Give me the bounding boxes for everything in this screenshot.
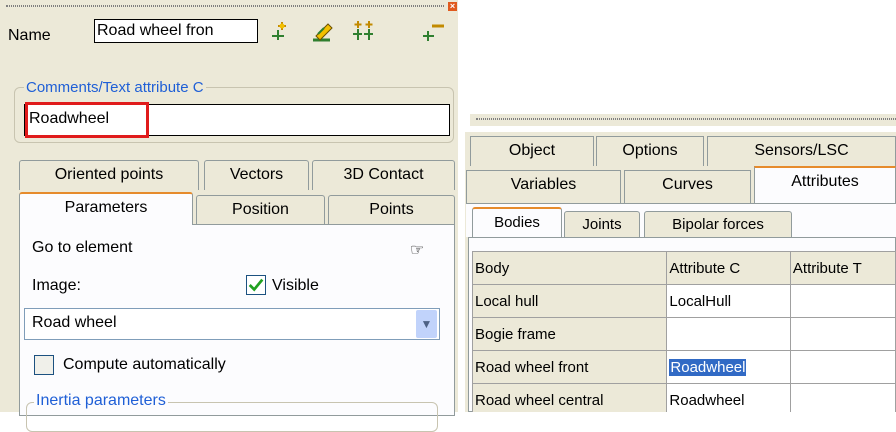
grid-header-attribute-c[interactable]: Attribute C [666,251,791,285]
grid-row-header[interactable]: Road wheel central [472,383,668,412]
table-row[interactable]: Road wheel front Roadwheel [472,350,896,384]
tab-curves[interactable]: Curves [624,170,751,204]
edit-point-icon[interactable] [310,18,336,44]
subtab-bipolar-forces[interactable]: Bipolar forces [644,211,792,239]
comments-legend: Comments/Text attribute C [24,79,206,96]
drag-grip-icon[interactable] [476,118,896,120]
attributes-panel-grip[interactable] [470,114,896,126]
image-label: Image: [32,277,81,294]
grid-row-header[interactable]: Bogie frame [472,317,668,351]
subtab-joints[interactable]: Joints [564,211,640,239]
table-row[interactable]: Road wheel central Roadwheel [472,383,896,412]
grid-row-header[interactable]: Road wheel front [472,350,668,384]
grid-row-header[interactable]: Local hull [472,284,668,318]
comments-value[interactable]: Roadwheel [29,110,109,128]
tab-points[interactable]: Points [328,195,455,225]
grid-header-row: Body Attribute C Attribute T [472,251,896,285]
tab-attributes[interactable]: Attributes [754,166,896,204]
name-input[interactable]: Road wheel fron [94,19,258,43]
pointing-hand-icon[interactable]: ☞ [410,240,424,260]
grid-cell[interactable]: LocalHull [666,284,791,318]
tab-3d-contact[interactable]: 3D Contact [312,160,455,190]
compute-automatically-checkbox[interactable] [34,355,54,375]
tab-variables[interactable]: Variables [466,170,621,204]
tab-sensors-lsc[interactable]: Sensors/LSC [707,136,896,166]
remove-point-icon[interactable] [420,18,446,44]
merge-points-icon[interactable] [350,18,376,44]
tab-oriented-points[interactable]: Oriented points [19,160,199,190]
grid-cell-selected[interactable]: Roadwheel [666,350,791,384]
image-select-value: Road wheel [32,314,117,331]
attributes-grid: Body Attribute C Attribute T Local hull … [472,251,896,412]
close-icon[interactable]: × [448,2,457,11]
chevron-down-icon[interactable]: ▼ [416,310,437,338]
compute-automatically-label: Compute automatically [63,356,226,373]
subtab-bodies[interactable]: Bodies [472,207,562,239]
tab-position[interactable]: Position [196,195,325,225]
grid-cell[interactable]: Roadwheel [666,383,791,412]
grid-cell[interactable] [789,350,896,384]
drag-grip-icon[interactable] [6,5,444,7]
tab-object[interactable]: Object [470,136,594,166]
inertia-legend: Inertia parameters [34,392,168,410]
table-row[interactable]: Local hull LocalHull [472,284,896,318]
grid-cell[interactable] [789,317,896,351]
grid-header-body[interactable]: Body [472,251,668,285]
selected-cell-text: Roadwheel [669,358,747,376]
check-icon [248,278,264,292]
visible-checkbox[interactable] [246,275,266,295]
name-label: Name [8,27,51,44]
table-row[interactable]: Bogie frame [472,317,896,351]
grid-header-attribute-t[interactable]: Attribute T [789,251,896,285]
grid-cell[interactable] [789,383,896,412]
active-tab-joint [20,223,192,226]
grid-cell[interactable] [789,284,896,318]
tab-vectors[interactable]: Vectors [204,160,309,190]
tab-options[interactable]: Options [596,136,704,166]
go-to-element-label: Go to element [32,239,133,256]
visible-label: Visible [272,277,319,294]
tab-parameters[interactable]: Parameters [19,192,193,225]
add-point-icon[interactable] [268,18,294,44]
grid-cell[interactable] [666,317,791,351]
